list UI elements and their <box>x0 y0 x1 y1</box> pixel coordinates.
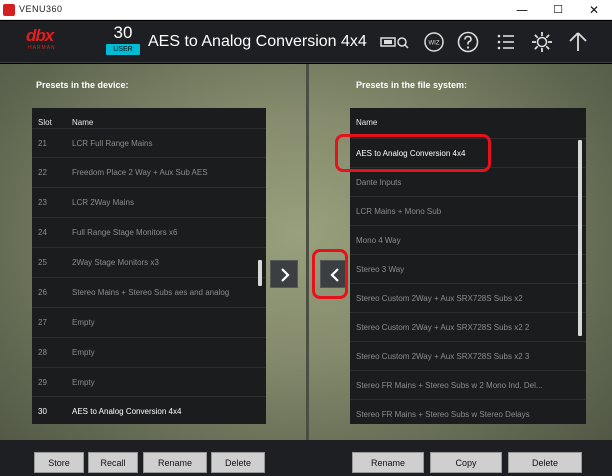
window-title: VENU360 <box>19 4 63 14</box>
chevron-right-icon <box>281 268 290 282</box>
home-icon[interactable] <box>566 30 590 54</box>
file-row[interactable]: Stereo 3 Way <box>350 254 586 283</box>
wizard-icon[interactable]: WIZ <box>422 30 446 54</box>
device-delete-button[interactable]: Delete <box>211 452 265 473</box>
device-row[interactable]: 27 Empty <box>32 307 266 337</box>
file-rename-button[interactable]: Rename <box>352 452 424 473</box>
file-list-scrollbar[interactable] <box>578 140 582 336</box>
device-row[interactable]: 23 LCR 2Way Mains <box>32 187 266 217</box>
device-panel-title: Presets in the device: <box>36 80 129 90</box>
file-row[interactable]: Dante Inputs <box>350 167 586 196</box>
device-row[interactable]: 22 Freedom Place 2 Way + Aux Sub AES <box>32 157 266 187</box>
panel-divider <box>306 64 309 476</box>
svg-text:WIZ: WIZ <box>429 41 440 47</box>
device-row[interactable]: 26 Stereo Mains + Stereo Subs aes and ana… <box>32 277 266 307</box>
file-list-header: Name <box>356 118 378 127</box>
file-row-selected[interactable]: AES to Analog Conversion 4x4 <box>350 138 586 167</box>
recall-button[interactable]: Recall <box>88 452 138 473</box>
store-button[interactable]: Store <box>34 452 84 473</box>
device-row[interactable]: 25 2Way Stage Monitors x3 <box>32 247 266 277</box>
copy-to-device-button[interactable] <box>320 260 348 288</box>
list-icon[interactable] <box>494 30 518 54</box>
file-row[interactable]: Mono 4 Way <box>350 225 586 254</box>
preset-manager: Presets in the device: Presets in the fi… <box>0 64 612 476</box>
file-row[interactable]: Stereo Custom 2Way + Aux SRX728S Subs x2 <box>350 283 586 312</box>
user-badge: USER <box>106 44 140 55</box>
copy-button[interactable]: Copy <box>430 452 502 473</box>
close-button[interactable]: ✕ <box>576 0 612 20</box>
maximize-button[interactable]: ☐ <box>540 0 576 20</box>
window-title-bar: VENU360 — ☐ ✕ <box>0 0 612 20</box>
app-icon <box>3 4 15 16</box>
file-preset-list: Name AES to Analog Conversion 4x4 Dante … <box>350 108 586 424</box>
device-list-scrollbar[interactable] <box>258 260 262 286</box>
file-panel-title: Presets in the file system: <box>356 80 468 90</box>
device-preset-list: Slot Name 21 LCR Full Range Mains 22 Freed… <box>32 108 266 424</box>
help-icon[interactable] <box>456 30 480 54</box>
chevron-left-icon <box>330 268 339 282</box>
dbx-logo: dbx HARMAN <box>26 26 56 52</box>
device-row[interactable]: 29 Empty <box>32 367 266 397</box>
device-row[interactable]: 24 Full Range Stage Monitors x6 <box>32 217 266 247</box>
file-delete-button[interactable]: Delete <box>508 452 582 473</box>
device-rename-button[interactable]: Rename <box>143 452 207 473</box>
current-preset-name: AES to Analog Conversion 4x4 <box>148 33 367 50</box>
file-row[interactable]: Stereo Custom 2Way + Aux SRX728S Subs x2… <box>350 312 586 341</box>
settings-icon[interactable] <box>530 30 554 54</box>
minimize-button[interactable]: — <box>504 0 540 20</box>
file-row[interactable]: Stereo Custom 2Way + Aux SRX728S Subs x2… <box>350 341 586 370</box>
file-row[interactable]: LCR Mains + Mono Sub <box>350 196 586 225</box>
network-icon[interactable] <box>380 30 409 54</box>
file-row[interactable]: Stereo FR Mains + Stereo Subs w Stereo D… <box>350 399 586 424</box>
app-header: dbx HARMAN 30 USER AES to Analog Convers… <box>0 21 612 63</box>
device-row[interactable]: 21 LCR Full Range Mains <box>32 128 266 158</box>
current-preset-number: 30 <box>113 23 133 42</box>
device-row[interactable]: 28 Empty <box>32 337 266 367</box>
copy-to-file-button[interactable] <box>270 260 298 288</box>
device-row-selected[interactable]: 30 AES to Analog Conversion 4x4 <box>32 396 266 424</box>
file-row[interactable]: Stereo FR Mains + Stereo Subs w 2 Mono I… <box>350 370 586 399</box>
